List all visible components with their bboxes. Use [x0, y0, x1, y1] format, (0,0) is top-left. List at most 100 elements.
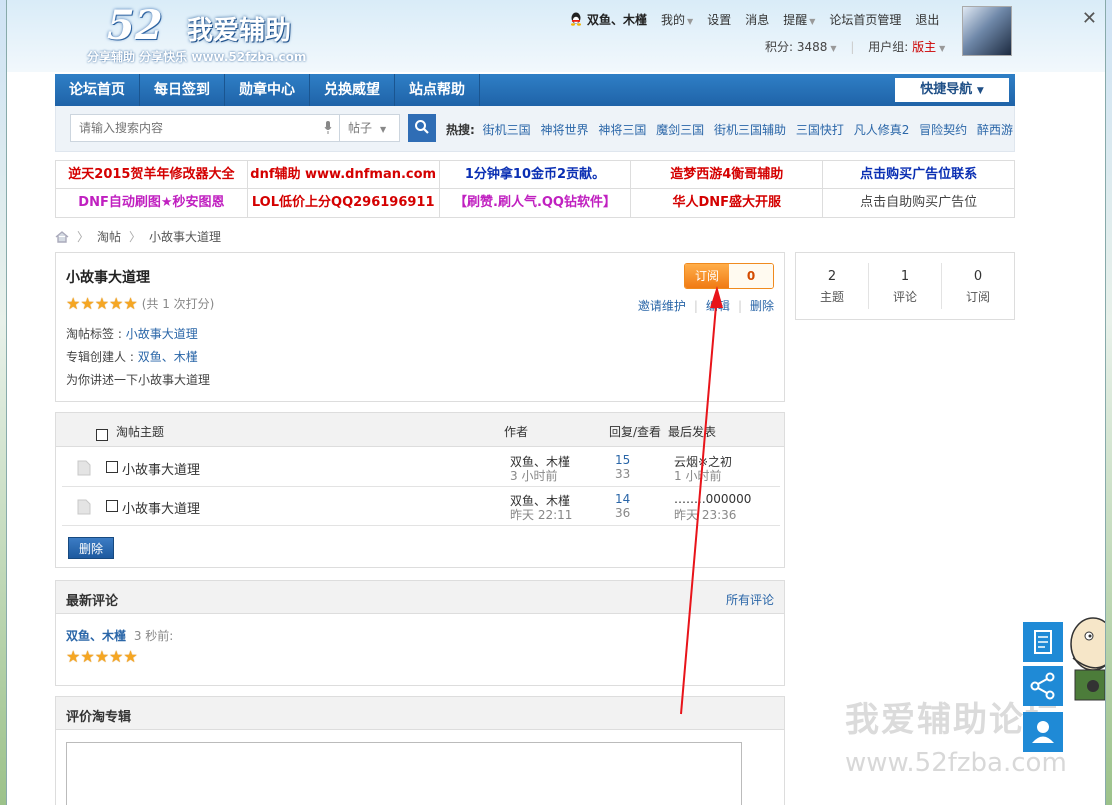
delete-link[interactable]: 删除 — [750, 299, 774, 313]
thread-views: 36 — [615, 506, 631, 520]
hot-keyword[interactable]: 醉西游 — [977, 123, 1013, 137]
breadcrumb-item[interactable]: 淘帖 — [97, 228, 121, 245]
search-input[interactable] — [70, 114, 340, 142]
nav-forum-home[interactable]: 论坛首页 — [55, 74, 140, 106]
hot-keyword[interactable]: 凡人修真2 — [854, 123, 910, 137]
last-post-time: 昨天 23:36 — [674, 508, 737, 522]
float-share-button[interactable] — [1023, 666, 1063, 706]
group-value: 版主 — [912, 40, 937, 54]
microphone-icon[interactable] — [324, 121, 332, 135]
site-logo[interactable]: 52 我爱辅助 分享辅助 分享快乐 www.52fzba.com — [87, 2, 347, 66]
user-bar: 双鱼、木槿 我的 ▼ 设置 消息 提醒 ▼ 论坛首页管理 退出 — [569, 10, 953, 28]
float-post-button[interactable] — [1023, 622, 1063, 662]
star-icon: ★ — [94, 293, 110, 313]
delete-button[interactable]: 删除 — [68, 537, 114, 559]
group-menu[interactable]: 用户组: 版主 ▼ — [868, 40, 945, 54]
ad-link[interactable]: 【刷赞.刷人气.QQ钻软件】 — [440, 189, 632, 217]
all-comments-link[interactable]: 所有评论 — [726, 591, 774, 608]
album-stats: 2 主题 1 评论 0 订阅 — [795, 252, 1015, 320]
last-poster[interactable]: ……..000000 — [674, 492, 751, 506]
search-bar: 帖子▼ 热搜: 街机三国 神将世界 神将三国 魔剑三国 街机三国辅助 三国快打 … — [55, 106, 1015, 152]
ad-link[interactable]: 点击购买广告位联系 — [823, 161, 1014, 188]
edit-link[interactable]: 编辑 — [706, 299, 730, 313]
hot-keyword[interactable]: 街机三国 — [483, 123, 531, 137]
comment-time: 3 秒前: — [133, 629, 174, 643]
thread-replies[interactable]: 14 — [615, 492, 630, 506]
ad-link[interactable]: 点击自助购买广告位 — [823, 189, 1014, 217]
thread-title-link[interactable]: 小故事大道理 — [122, 498, 200, 517]
mascot-image — [1070, 617, 1105, 701]
messages-link[interactable]: 消息 — [745, 11, 769, 28]
subscribe-button[interactable]: 订阅 0 — [684, 263, 774, 289]
hot-keyword[interactable]: 魔剑三国 — [656, 123, 704, 137]
search-icon — [415, 119, 429, 134]
row-checkbox[interactable] — [106, 500, 118, 512]
ad-link[interactable]: dnf辅助 www.dnfman.com — [248, 161, 440, 188]
stat-subscriptions[interactable]: 0 订阅 — [942, 263, 1014, 309]
stat-topics[interactable]: 2 主题 — [796, 263, 869, 309]
logout-link[interactable]: 退出 — [915, 11, 939, 28]
stat-comments[interactable]: 1 评论 — [869, 263, 942, 309]
comments-title: 最新评论 — [66, 594, 119, 609]
avatar[interactable] — [962, 6, 1012, 56]
nav-exchange[interactable]: 兑换威望 — [310, 74, 395, 106]
tag-link[interactable]: 小故事大道理 — [126, 327, 198, 341]
thread-post-time: 3 小时前 — [510, 469, 558, 483]
col-last-post: 最后发表 — [668, 425, 717, 439]
hot-searches: 热搜: 街机三国 神将世界 神将三国 魔剑三国 街机三国辅助 三国快打 凡人修真… — [446, 121, 1019, 138]
last-post-time: 1 小时前 — [674, 469, 722, 483]
hot-keyword[interactable]: 街机三国辅助 — [714, 123, 786, 137]
comments-header: 最新评论 所有评论 — [56, 581, 784, 614]
home-icon[interactable] — [55, 230, 69, 243]
close-icon[interactable]: ✕ — [1082, 8, 1097, 29]
search-type-select[interactable]: 帖子 ▼ — [340, 114, 400, 142]
rate-header: 评价淘专辑 — [56, 697, 784, 730]
reminders-menu[interactable]: 提醒 ▼ — [783, 11, 815, 28]
creator-link[interactable]: 双鱼、木槿 — [138, 350, 198, 364]
table-row: 小故事大道理 双鱼、木槿 昨天 22:11 14 36 ……..000000 昨… — [62, 487, 780, 526]
rate-album: 评价淘专辑 — [55, 696, 785, 805]
ad-link[interactable]: LOL低价上分QQ296196911 — [248, 189, 440, 217]
points-menu[interactable]: 积分: 3488 ▼ — [765, 40, 837, 54]
star-icon: ★ — [109, 293, 124, 313]
ad-link[interactable]: 造梦西游4衡哥辅助 — [631, 161, 824, 188]
col-reply-view: 回复/查看 — [609, 425, 662, 439]
hot-label: 热搜: — [446, 123, 475, 137]
nav-help[interactable]: 站点帮助 — [395, 74, 480, 106]
site-header: 52 我爱辅助 分享辅助 分享快乐 www.52fzba.com 双鱼、木槿 我… — [7, 0, 1105, 72]
ad-link[interactable]: DNF自动刷图★秒安图恩 — [56, 189, 248, 217]
float-user-button[interactable] — [1023, 712, 1063, 752]
hot-keyword[interactable]: 神将三国 — [598, 123, 646, 137]
hot-keyword[interactable]: 冒险契约 — [919, 123, 967, 137]
invite-maintain-link[interactable]: 邀请维护 — [638, 299, 686, 313]
hot-keyword[interactable]: 神将世界 — [540, 123, 588, 137]
browser-window: 52 我爱辅助 分享辅助 分享快乐 www.52fzba.com 双鱼、木槿 我… — [6, 0, 1106, 805]
ad-link[interactable]: 逆天2015贺羊年修改器大全 — [56, 161, 248, 188]
latest-comments: 最新评论 所有评论 双鱼、木槿 3 秒前: ★ ★ ★ ★ ★ — [55, 580, 785, 686]
rating-count: (共 1 次打分) — [141, 297, 215, 311]
thread-title-link[interactable]: 小故事大道理 — [122, 459, 200, 478]
hot-keyword[interactable]: 三国快打 — [796, 123, 844, 137]
forum-admin-link[interactable]: 论坛首页管理 — [829, 11, 901, 28]
album-tag: 淘帖标签 : 小故事大道理 — [66, 327, 198, 341]
logo-title: 我爱辅助 — [187, 16, 292, 46]
rate-textarea[interactable] — [66, 742, 742, 805]
breadcrumb-current: 小故事大道理 — [149, 230, 222, 244]
search-button[interactable] — [408, 114, 436, 142]
ad-link[interactable]: 1分钟拿10金币2贡献。 — [440, 161, 632, 188]
username-link[interactable]: 双鱼、木槿 — [587, 11, 647, 28]
user-icon — [1032, 721, 1054, 743]
thread-replies[interactable]: 15 — [615, 453, 630, 467]
row-checkbox[interactable] — [106, 461, 118, 473]
album-title: 小故事大道理 — [66, 270, 150, 286]
settings-link[interactable]: 设置 — [707, 11, 731, 28]
rate-title: 评价淘专辑 — [66, 710, 132, 725]
nav-daily-checkin[interactable]: 每日签到 — [140, 74, 225, 106]
my-menu[interactable]: 我的 ▼ — [661, 11, 693, 28]
star-icon: ★ — [109, 647, 124, 666]
comment-user-link[interactable]: 双鱼、木槿 — [66, 629, 126, 643]
nav-medal-center[interactable]: 勋章中心 — [225, 74, 310, 106]
ad-link[interactable]: 华人DNF盛大开服 — [631, 189, 824, 217]
subscribe-label: 订阅 — [685, 264, 729, 288]
quick-nav-button[interactable]: 快捷导航 ▼ — [895, 78, 1009, 102]
